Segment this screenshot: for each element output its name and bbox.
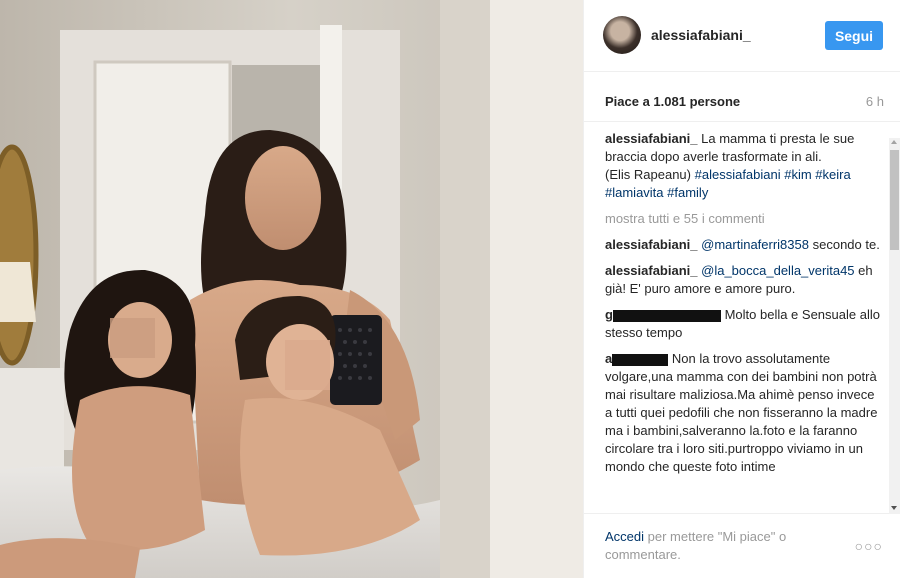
post-header: alessiafabiani_ Segui — [584, 0, 900, 72]
caption: alessiafabiani_ La mamma ti presta le su… — [605, 130, 881, 202]
comment-username[interactable]: alessiafabiani_ — [605, 237, 698, 252]
post-timestamp[interactable]: 6 h — [866, 94, 884, 109]
view-all-comments-link[interactable]: mostra tutti e 55 i commenti — [605, 210, 881, 228]
comment-mention[interactable]: @martinaferri8358 — [701, 237, 809, 252]
comment-item: a Non la trovo assolutamente volgare,una… — [605, 350, 881, 476]
scrollbar-thumb[interactable] — [890, 150, 899, 250]
comment-item: alessiafabiani_ @la_bocca_della_verita45… — [605, 262, 881, 298]
redacted-username-block — [612, 353, 669, 366]
scroll-down-arrow-icon[interactable] — [891, 506, 897, 510]
login-prompt: Accedi per mettere "Mi piace" o commenta… — [605, 528, 845, 564]
login-link[interactable]: Accedi — [605, 529, 644, 544]
comment-text: secondo te. — [812, 237, 880, 252]
caption-username[interactable]: alessiafabiani_ — [605, 131, 698, 146]
comment-mention[interactable]: @la_bocca_della_verita45 — [701, 263, 854, 278]
post-side-panel: alessiafabiani_ Segui Piace a 1.081 pers… — [583, 0, 900, 578]
likes-count[interactable]: Piace a 1.081 persone — [605, 94, 740, 109]
comments-scrollbar[interactable] — [889, 138, 900, 514]
scroll-up-arrow-icon[interactable] — [891, 140, 897, 144]
post-author-username[interactable]: alessiafabiani_ — [651, 27, 751, 43]
comment-username[interactable]: g — [605, 307, 613, 322]
comment-text: Non la trovo assolutamente volgare,una m… — [605, 351, 878, 474]
comment-item: alessiafabiani_ @martinaferri8358 second… — [605, 236, 881, 254]
likes-row: Piace a 1.081 persone 6 h — [584, 72, 900, 122]
caption-credit: (Elis Rapeanu) — [605, 167, 691, 182]
more-options-icon[interactable]: ○○○ — [855, 538, 883, 554]
comment-username[interactable]: a — [605, 351, 612, 366]
avatar[interactable] — [603, 16, 641, 54]
mirror-selfie-image — [0, 0, 583, 578]
follow-button[interactable]: Segui — [825, 21, 883, 50]
post-photo — [0, 0, 583, 578]
redacted-username-block — [612, 309, 721, 322]
comment-username[interactable]: alessiafabiani_ — [605, 263, 698, 278]
comments-section[interactable]: alessiafabiani_ La mamma ti presta le su… — [584, 122, 900, 514]
comment-item: g Molto bella e Sensuale allo stesso tem… — [605, 306, 881, 342]
comments-list: alessiafabiani_ La mamma ti presta le su… — [605, 130, 881, 484]
